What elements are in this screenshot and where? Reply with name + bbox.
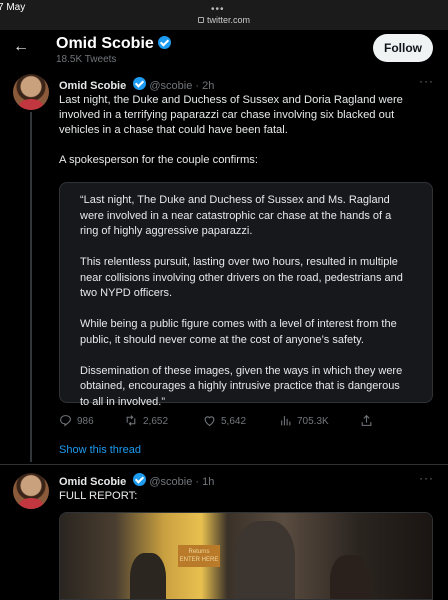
retweet-icon (126, 415, 136, 426)
quote-paragraph: “Last night, The Duke and Duchess of Sus… (80, 194, 392, 237)
quote-paragraph: While being a public figure comes with a… (80, 318, 397, 346)
reply-count: 986 (77, 416, 94, 427)
more-options-icon[interactable]: ··· (419, 471, 434, 485)
retweet-button[interactable]: 2,652 (124, 414, 168, 427)
lock-icon (197, 17, 204, 23)
tweets-count: 18.5K Tweets (56, 54, 117, 65)
quote-paragraph: Dissemination of these images, given the… (80, 364, 403, 408)
tweet-handle[interactable]: @scobie (149, 476, 192, 488)
tweet-text: FULL REPORT: (59, 490, 138, 502)
tweet-author-name[interactable]: Omid Scobie (59, 476, 126, 488)
divider (0, 464, 448, 465)
views-chart-icon (281, 416, 291, 426)
status-time: 7 May (0, 2, 26, 13)
follow-button[interactable]: Follow (373, 34, 433, 62)
show-thread-link[interactable]: Show this thread (59, 444, 141, 456)
tweet-time[interactable]: · 1h (195, 476, 214, 488)
tweet-header: Omid Scobie @scobie · 2h (59, 77, 214, 92)
reply-icon (60, 415, 71, 427)
quote-paragraph: This relentless pursuit, lasting over tw… (80, 256, 403, 299)
verified-badge-icon (133, 77, 147, 90)
like-count: 5,642 (221, 416, 247, 427)
more-dots-icon[interactable]: ••• (211, 4, 225, 15)
person-figure (330, 555, 370, 599)
verified-badge-icon (133, 473, 147, 486)
header-name: Omid Scobie (56, 35, 154, 52)
share-icon (361, 414, 372, 426)
tweet-actions: 986 2,652 5,642 705.3K (0, 414, 448, 430)
tweet-author-name[interactable]: Omid Scobie (59, 80, 126, 92)
reply-button[interactable]: 986 (59, 414, 94, 427)
header-title: Omid Scobie (56, 35, 171, 53)
tweet-media-image[interactable]: Returns ENTER HERE (59, 512, 433, 600)
like-button[interactable]: 5,642 (203, 414, 246, 427)
profile-header: ← Omid Scobie 18.5K Tweets Follow (0, 30, 448, 68)
heart-icon (204, 416, 215, 427)
browser-status-bar: 7 May ••• twitter.com (0, 0, 448, 30)
avatar[interactable] (13, 74, 49, 110)
tweet-header: Omid Scobie @scobie · 1h (59, 473, 214, 488)
person-figure (235, 521, 295, 599)
thread-line (30, 112, 32, 462)
more-options-icon[interactable]: ··· (419, 74, 434, 88)
retweet-count: 2,652 (143, 416, 169, 427)
url-text: twitter.com (206, 15, 250, 25)
media-sign: Returns ENTER HERE (178, 545, 220, 567)
share-button[interactable] (360, 414, 378, 427)
person-figure (130, 553, 166, 599)
views-button[interactable]: 705.3K (279, 414, 329, 427)
verified-badge-icon (157, 36, 171, 49)
views-count: 705.3K (297, 416, 329, 427)
tweet-handle[interactable]: @scobie (149, 80, 192, 92)
tweet-text-2: A spokesperson for the couple confirms: (59, 154, 258, 166)
avatar[interactable] (13, 473, 49, 509)
quote-block: “Last night, The Duke and Duchess of Sus… (59, 182, 433, 408)
tweet-text: Last night, the Duke and Duchess of Suss… (59, 94, 403, 136)
tweet-time[interactable]: · 2h (195, 80, 214, 92)
back-arrow-icon[interactable]: ← (13, 39, 29, 55)
address-bar[interactable]: twitter.com (0, 15, 448, 25)
